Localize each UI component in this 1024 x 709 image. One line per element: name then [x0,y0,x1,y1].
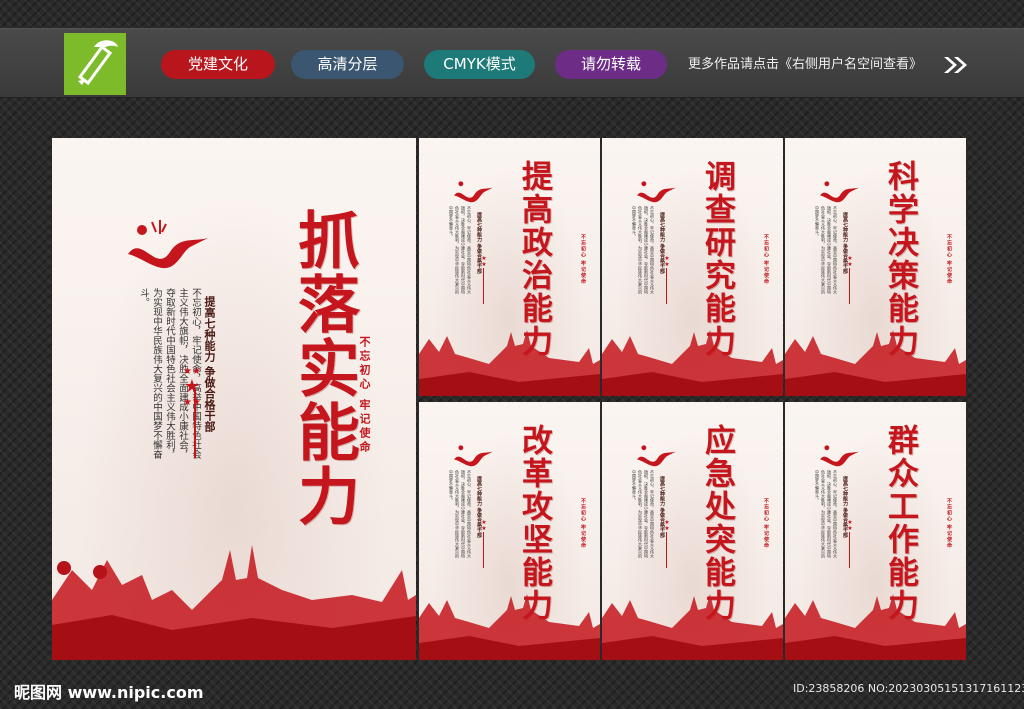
star-decoration-icon: ★ ★ [847,519,853,532]
star-decoration-icon: ★ ★ [664,519,670,532]
china-dream-logo-icon [820,181,859,203]
main-poster: 不忘初心，牢记使命，高举中国特色社会主义伟大旗帜，决胜全面建成小康社会，夺取新时… [52,138,416,660]
poster-subtitle: 提高七种能力 争做合格干部 [476,212,482,274]
poster-body-text: 不忘初心，牢记使命，高举中国特色社会主义伟大旗帜，决胜全面建成小康社会，夺取新时… [449,470,472,558]
divider-line [666,268,667,304]
tag-no-repost[interactable]: 请勿转载 [555,50,667,79]
star-decoration-icon: ★ ★ [664,255,670,268]
top-banner: 党建文化 高清分层 CMYK模式 请勿转载 更多作品请点击《右侧用户名空间查看》 [0,28,1024,98]
poster-subtitle: 提高七种能力 争做合格干部 [659,212,665,274]
poster-subtitle: 提高七种能力 争做合格干部 [842,476,848,538]
poster-body-text: 不忘初心，牢记使命，高举中国特色社会主义伟大旗帜，决胜全面建成小康社会，夺取新时… [449,206,472,294]
main-title: 抓落实能力 [287,208,360,528]
poster-motto: 不忘初心 牢记使命 [580,234,586,285]
divider-line [483,532,484,568]
poster-motto: 不忘初心 牢记使命 [946,498,952,549]
image-id-text: ID:23858206 NO:20230305151317161123 [793,682,1024,695]
soldiers-skyline-illustration [419,588,600,660]
main-subtitle: 提高七种能力 争做合格干部 [203,296,216,432]
soldiers-skyline-illustration [602,588,783,660]
china-dream-logo-icon [637,181,676,203]
poster-reform: 不忘初心，牢记使命，高举中国特色社会主义伟大旗帜，决胜全面建成小康社会，夺取新时… [419,402,600,660]
poster-research: 不忘初心，牢记使命，高举中国特色社会主义伟大旗帜，决胜全面建成小康社会，夺取新时… [602,138,783,396]
star-decoration-icon: ★ ★ [481,255,487,268]
poster-subtitle: 提高七种能力 争做合格干部 [659,476,665,538]
divider-line [194,388,196,458]
china-dream-logo-icon [454,445,493,467]
soldiers-skyline-illustration [52,530,416,660]
poster-decision: 不忘初心，牢记使命，高举中国特色社会主义伟大旗帜，决胜全面建成小康社会，夺取新时… [785,138,966,396]
divider-line [849,268,850,304]
star-decoration-icon: ★ ★ [481,519,487,532]
tag-party-culture[interactable]: 党建文化 [161,50,275,79]
soldiers-skyline-illustration [785,324,966,396]
soldiers-skyline-illustration [602,324,783,396]
divider-line [849,532,850,568]
poster-motto: 不忘初心 牢记使命 [763,234,769,285]
tag-cmyk-mode[interactable]: CMYK模式 [424,50,535,79]
poster-subtitle: 提高七种能力 争做合格干部 [842,212,848,274]
soldiers-skyline-illustration [785,588,966,660]
poster-body-text: 不忘初心，牢记使命，高举中国特色社会主义伟大旗帜，决胜全面建成小康社会，夺取新时… [632,470,655,558]
poster-subtitle: 提高七种能力 争做合格干部 [476,476,482,538]
china-dream-logo-icon [454,181,493,203]
china-dream-logo-icon [128,220,208,269]
more-works-link[interactable]: 更多作品请点击《右侧用户名空间查看》 [688,55,922,75]
china-dream-logo-icon [820,445,859,467]
divider-line [666,532,667,568]
poster-political: 不忘初心，牢记使命，高举中国特色社会主义伟大旗帜，决胜全面建成小康社会，夺取新时… [419,138,600,396]
poster-masses: 不忘初心，牢记使命，高举中国特色社会主义伟大旗帜，决胜全面建成小康社会，夺取新时… [785,402,966,660]
pen-logo-icon [64,33,126,95]
double-arrow-icon[interactable] [942,55,970,75]
star-decoration-icon: ★ ★ [847,255,853,268]
poster-body-text: 不忘初心，牢记使命，高举中国特色社会主义伟大旗帜，决胜全面建成小康社会，夺取新时… [632,206,655,294]
poster-motto: 不忘初心 牢记使命 [946,234,952,285]
soldiers-skyline-illustration [419,324,600,396]
poster-body-text: 不忘初心，牢记使命，高举中国特色社会主义伟大旗帜，决胜全面建成小康社会，夺取新时… [815,470,838,558]
poster-motto: 不忘初心 牢记使命 [580,498,586,549]
tag-hd-layers[interactable]: 高清分层 [291,50,404,79]
divider-line [483,268,484,304]
poster-motto: 不忘初心 牢记使命 [763,498,769,549]
star-decoration-icon: ★★ ★ ★★ [183,366,201,408]
poster-body-text: 不忘初心，牢记使命，高举中国特色社会主义伟大旗帜，决胜全面建成小康社会，夺取新时… [815,206,838,294]
china-dream-logo-icon [637,445,676,467]
poster-emergency: 不忘初心，牢记使命，高举中国特色社会主义伟大旗帜，决胜全面建成小康社会，夺取新时… [602,402,783,660]
nipic-watermark: 昵图网 www.nipic.com [14,683,204,702]
main-motto: 不忘初心 牢记使命 [358,336,371,455]
